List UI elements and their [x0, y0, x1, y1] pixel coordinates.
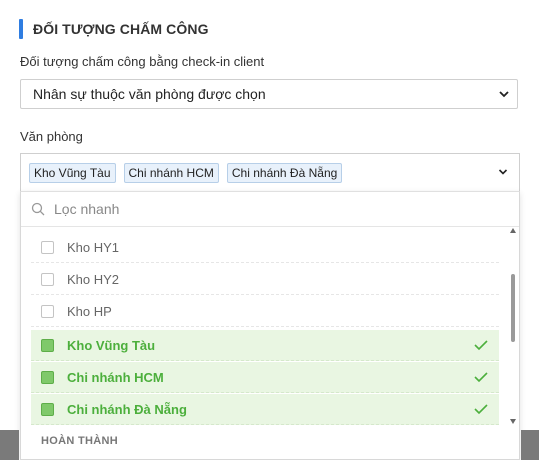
- chevron-down-icon[interactable]: [497, 166, 509, 178]
- office-tag[interactable]: Chi nhánh HCM: [123, 162, 219, 183]
- backdrop-strip: [0, 430, 19, 460]
- scroll-down-arrow-icon[interactable]: [510, 419, 516, 424]
- scrollbar-thumb[interactable]: [511, 274, 515, 342]
- list-item-selected[interactable]: Chi nhánh Đà Nẵng: [31, 394, 499, 425]
- list-item-label: Kho Vũng Tàu: [67, 337, 156, 353]
- checkbox[interactable]: [41, 304, 54, 318]
- office-tag[interactable]: Kho Vũng Tàu: [29, 162, 116, 183]
- chevron-down-icon: [499, 91, 509, 98]
- done-button[interactable]: HOÀN THÀNH: [41, 435, 118, 447]
- scroll-up-arrow-icon[interactable]: [510, 228, 516, 233]
- list-item-selected[interactable]: Chi nhánh HCM: [31, 362, 499, 393]
- list-item[interactable]: Kho HY1: [31, 232, 499, 263]
- list-item[interactable]: Kho HP: [31, 296, 499, 327]
- list-item-label: Kho HY2: [67, 271, 120, 287]
- section-header: ĐỐI TƯỢNG CHẤM CÔNG: [19, 19, 209, 39]
- list-item-label: Chi nhánh Đà Nẵng: [67, 401, 187, 417]
- checkin-field-label: Đối tượng chấm công bằng check-in client: [20, 54, 265, 69]
- scrollbar[interactable]: [509, 226, 519, 426]
- office-dropdown: Kho HY1 Kho HY2 Kho HP Kho Vũng Tàu Chi …: [20, 191, 520, 460]
- list-item-label: Kho HY1: [67, 239, 120, 255]
- checkin-select[interactable]: Nhân sự thuộc văn phòng được chọn: [20, 79, 518, 109]
- checkbox[interactable]: [41, 272, 54, 286]
- list-item-label: Kho HP: [67, 303, 112, 319]
- office-multiselect[interactable]: Kho Vũng Tàu Chi nhánh HCM Chi nhánh Đà …: [20, 153, 520, 191]
- filter-input[interactable]: [52, 200, 496, 218]
- checkmark-icon: [474, 340, 488, 351]
- checkbox[interactable]: [41, 240, 54, 254]
- dropdown-search: [21, 192, 519, 227]
- section-accent-bar: [19, 19, 23, 39]
- checkbox-checked[interactable]: [41, 402, 54, 416]
- checkin-select-value: Nhân sự thuộc văn phòng được chọn: [33, 86, 266, 102]
- checkbox-checked[interactable]: [41, 338, 54, 352]
- backdrop-strip: [521, 430, 539, 460]
- list-item-selected[interactable]: Kho Vũng Tàu: [31, 330, 499, 361]
- search-icon: [31, 202, 45, 215]
- office-field-label: Văn phòng: [20, 129, 83, 144]
- list-item[interactable]: Kho HY2: [31, 264, 499, 295]
- checkmark-icon: [474, 404, 488, 415]
- checkmark-icon: [474, 372, 488, 383]
- office-tag[interactable]: Chi nhánh Đà Nẵng: [226, 162, 343, 183]
- checkbox-checked[interactable]: [41, 370, 54, 384]
- office-list: Kho HY1 Kho HY2 Kho HP Kho Vũng Tàu Chi …: [31, 232, 499, 426]
- section-title: ĐỐI TƯỢNG CHẤM CÔNG: [33, 21, 209, 37]
- list-item-label: Chi nhánh HCM: [67, 369, 164, 385]
